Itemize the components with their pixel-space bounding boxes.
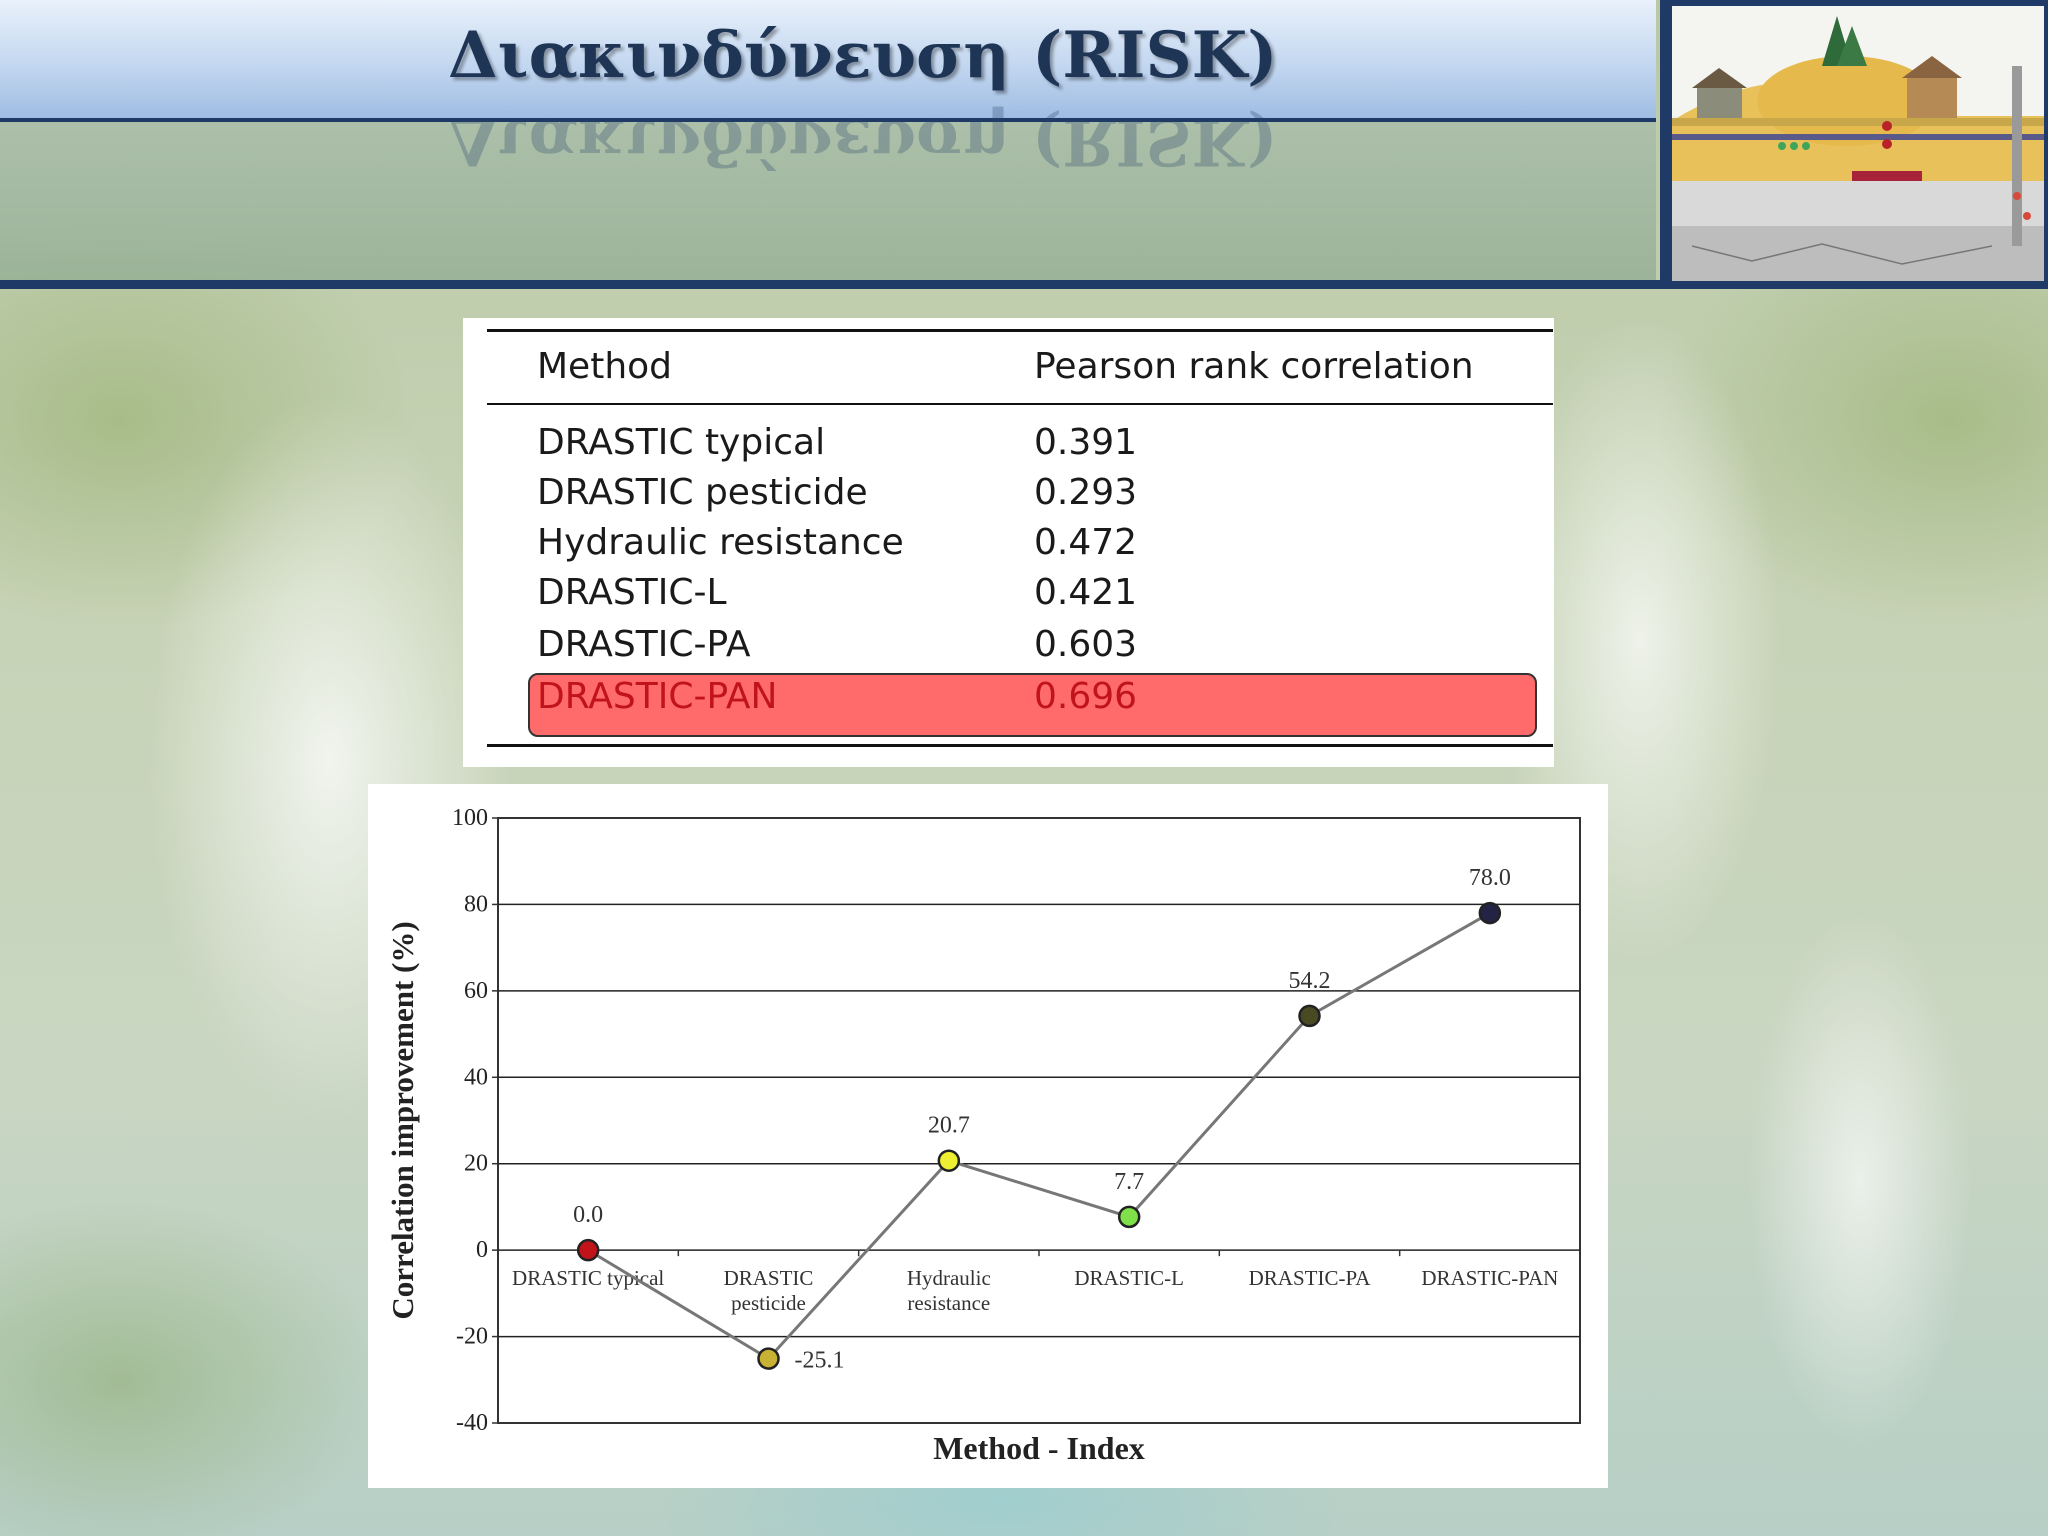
data-label: 0.0 [573, 1202, 603, 1228]
x-tick-label: Hydraulic [907, 1266, 991, 1290]
slide-title: Διακινδύνευση (RISK) [448, 18, 1278, 93]
table-header-correlation: Pearson rank correlation [1034, 346, 1474, 387]
data-point [1298, 1004, 1321, 1028]
table-row-value: 0.421 [1034, 572, 1138, 613]
table-row-method: DRASTIC-PA [537, 624, 751, 665]
y-tick-label: 40 [464, 1064, 488, 1090]
y-tick-label: -40 [456, 1410, 488, 1436]
y-tick-label: 20 [464, 1151, 488, 1177]
y-axis-title: Correlation improvement (%) [385, 921, 420, 1319]
groundwater-diagram-image [1672, 6, 2044, 281]
x-tick-label: DRASTIC typical [512, 1266, 664, 1290]
data-point [1117, 1205, 1141, 1229]
x-tick-label: resistance [907, 1291, 990, 1315]
x-tick-label: DRASTIC-PA [1249, 1266, 1372, 1290]
y-tick-label: 80 [464, 891, 488, 917]
x-tick-label: DRASTIC-PAN [1421, 1266, 1558, 1290]
table-bottom-rule [487, 744, 1553, 747]
correlation-table: Method Pearson rank correlation DRASTIC … [463, 318, 1554, 767]
x-tick-label: pesticide [731, 1291, 806, 1315]
correlation-improvement-chart: 100 80 60 40 20 0 -20 -40 DRASTIC typical DRASTIC… [385, 805, 1581, 1466]
x-axis-title: Method - Index [933, 1430, 1145, 1466]
table-row-method: DRASTIC-L [537, 572, 727, 613]
data-point [576, 1238, 600, 1262]
y-tick-label: 60 [464, 978, 488, 1004]
data-point [757, 1347, 780, 1370]
table-row-value: 0.391 [1034, 422, 1138, 463]
table-row-value: 0.472 [1034, 522, 1138, 563]
x-tick-label: DRASTIC-L [1074, 1266, 1184, 1290]
data-point [937, 1149, 961, 1172]
table-row-value: 0.293 [1034, 472, 1138, 513]
table-header-rule [487, 403, 1553, 405]
table-row-method: DRASTIC pesticide [537, 472, 868, 513]
table-header-method: Method [537, 346, 673, 387]
data-label: -25.1 [795, 1348, 845, 1374]
y-tick-label: -20 [456, 1324, 488, 1350]
data-point [1478, 901, 1502, 925]
data-label: 7.7 [1114, 1169, 1144, 1195]
data-label: 54.2 [1289, 968, 1331, 994]
plot-area [497, 817, 1581, 1424]
table-top-rule [487, 329, 1553, 332]
table-row-method: Hydraulic resistance [537, 522, 904, 563]
table-row-value-highlighted: 0.696 [1034, 676, 1138, 717]
table-row-method-highlighted: DRASTIC-PAN [537, 676, 778, 717]
y-tick-label: 100 [452, 805, 488, 831]
data-label: 20.7 [928, 1113, 970, 1139]
data-label: 78.0 [1469, 865, 1511, 891]
groundwater-diagram-thumbnail [1660, 0, 2048, 289]
table-row-method: DRASTIC typical [537, 422, 826, 463]
slide-title-reflection: Διακινδύνευση (RISK) [448, 104, 1278, 179]
x-tick-label: DRASTIC [724, 1266, 814, 1290]
chart-panel: 100 80 60 40 20 0 -20 -40 DRASTIC typical DRASTIC… [368, 784, 1608, 1488]
y-tick-label: 0 [476, 1237, 488, 1263]
table-row-value: 0.603 [1034, 624, 1138, 665]
